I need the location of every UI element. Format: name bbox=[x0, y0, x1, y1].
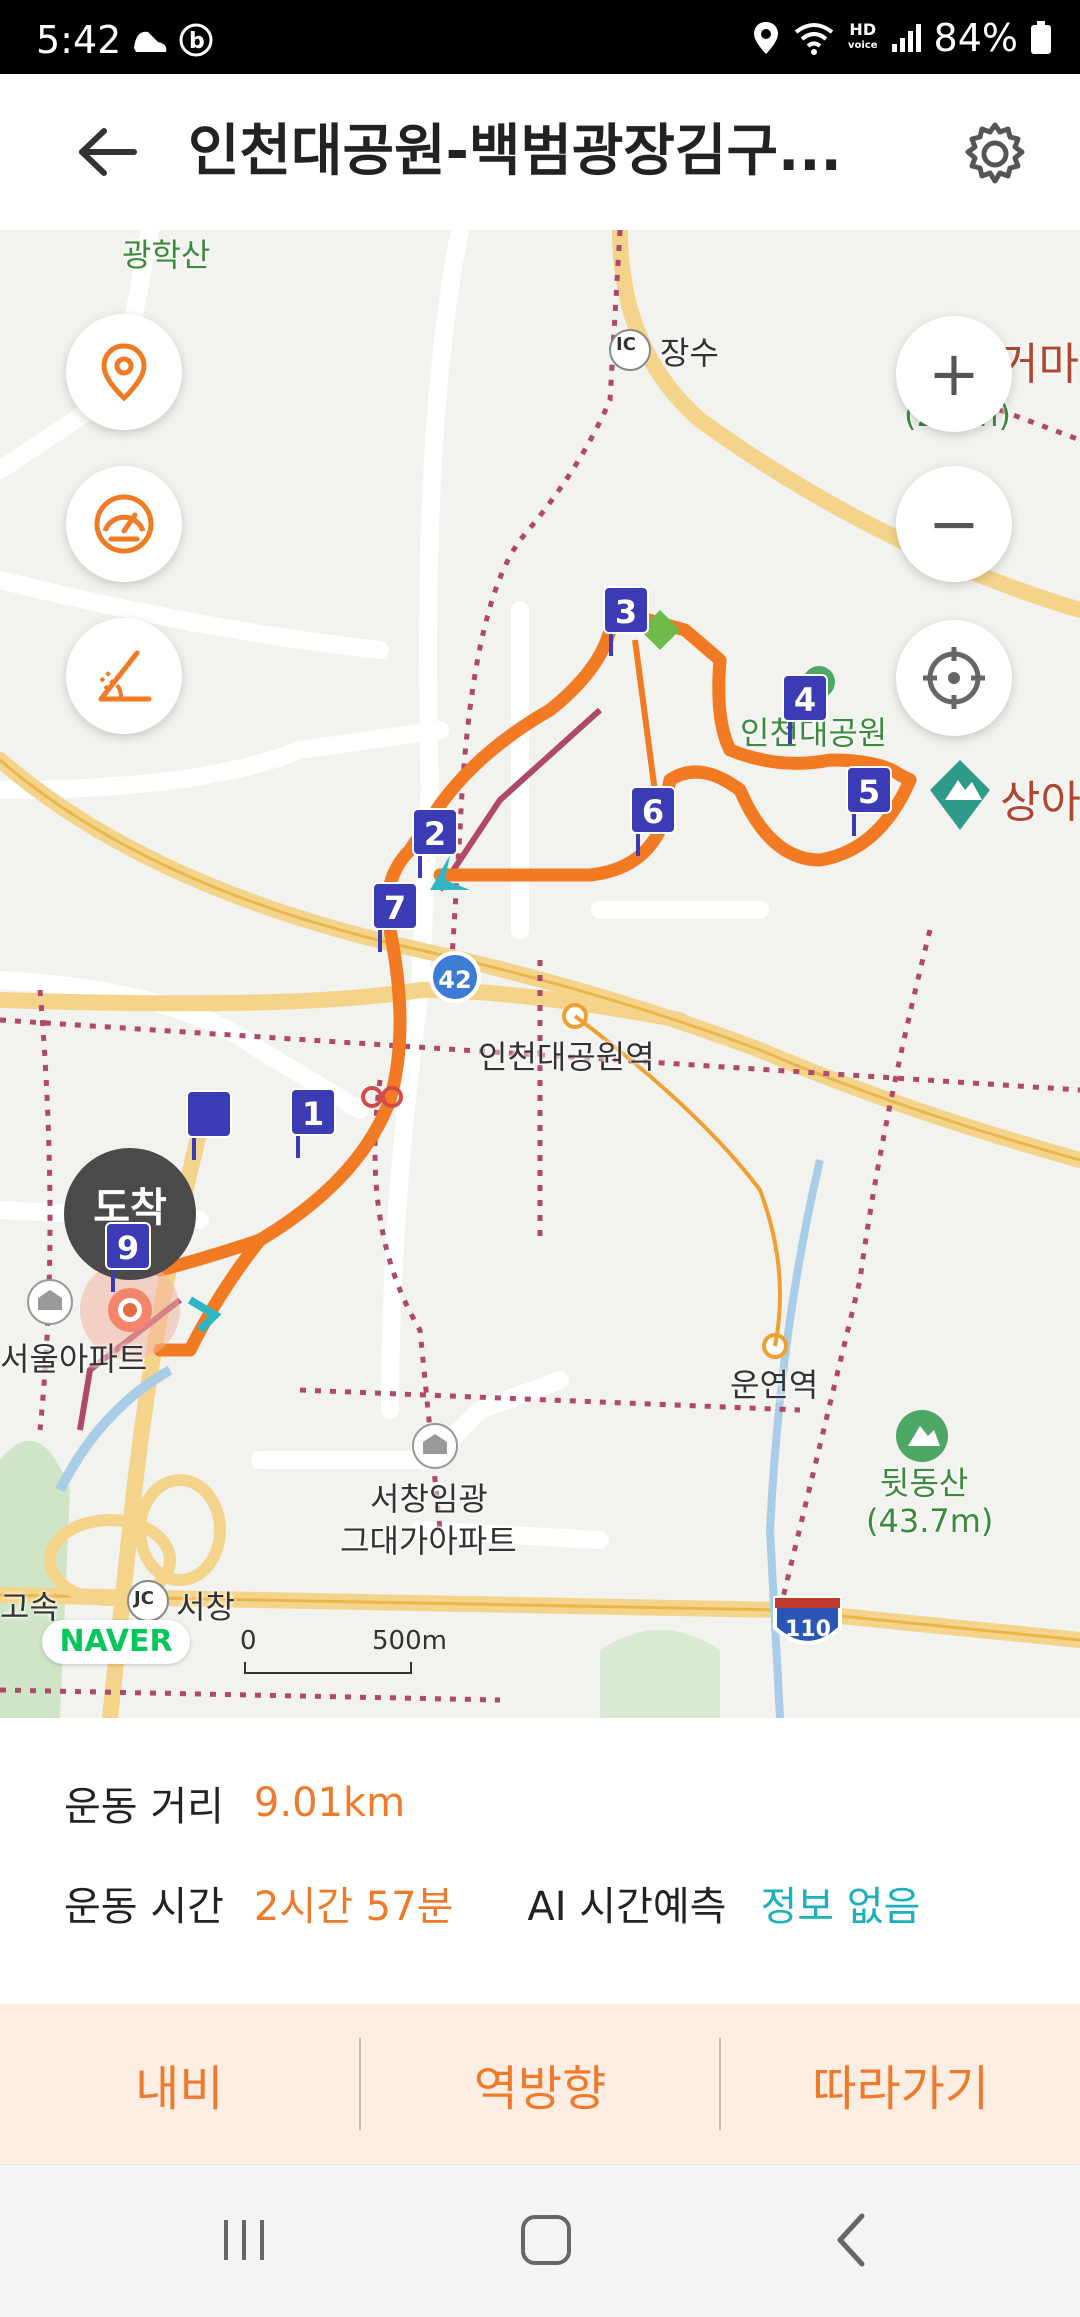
waypoint-7[interactable]: 7 bbox=[372, 882, 418, 952]
voice-text: voice bbox=[848, 40, 878, 51]
page-title: 인천대공원-백범광장김구... bbox=[188, 119, 842, 184]
settings-button[interactable] bbox=[950, 112, 1040, 196]
scale-bar bbox=[244, 1662, 412, 1674]
label-seochang-apt-2: 그대가아파트 bbox=[340, 1522, 517, 1560]
waypoint-1[interactable]: 1 bbox=[290, 1088, 336, 1158]
home-button[interactable] bbox=[496, 2205, 596, 2275]
label-seoul-apt: 서울아파트 bbox=[0, 1340, 148, 1378]
status-right-icons: HD voice 84% bbox=[752, 16, 1052, 60]
home-icon bbox=[521, 2215, 571, 2265]
distance-row: 운동 거리 9.01km bbox=[64, 1774, 405, 1832]
waypoint-6[interactable]: 6 bbox=[630, 786, 676, 856]
location-pin-icon bbox=[101, 343, 147, 402]
label-seochang: 서창 bbox=[176, 1588, 235, 1626]
label-dwitdongsan: 뒷동산 bbox=[880, 1464, 969, 1502]
scale-end: 500m bbox=[372, 1626, 447, 1656]
svg-text:110: 110 bbox=[785, 1617, 831, 1642]
waypoint-2[interactable]: 2 bbox=[412, 808, 458, 878]
recents-button[interactable] bbox=[194, 2205, 294, 2275]
distance-value: 9.01km bbox=[253, 1780, 406, 1826]
system-back-button[interactable] bbox=[800, 2205, 900, 2275]
recenter-button[interactable] bbox=[896, 620, 1012, 736]
crosshair-icon bbox=[923, 647, 985, 709]
map-view[interactable]: 42 110 광학산 IC 장수 인천대공원 상아 거마 인천대공원역 운연역 … bbox=[0, 230, 1080, 1718]
waypoint-4[interactable]: 4 bbox=[782, 674, 828, 744]
action-bar: 내비 역방향 따라가기 bbox=[0, 2004, 1080, 2164]
status-bar: 5:42 b HD voice 84% bbox=[0, 0, 1080, 74]
label-sanga: 상아 bbox=[1000, 777, 1080, 828]
scale-start: 0 bbox=[240, 1626, 257, 1656]
distance-ruler-icon bbox=[98, 650, 152, 702]
label-expressway: 고속 bbox=[0, 1588, 59, 1626]
label-dwitdongsan-height: (43.7m) bbox=[866, 1502, 994, 1540]
arrow-left-icon bbox=[79, 128, 137, 176]
navi-button[interactable]: 내비 bbox=[0, 2004, 359, 2164]
speedometer-icon bbox=[94, 494, 154, 554]
label-gwanghaksan: 광학산 bbox=[122, 236, 211, 274]
reverse-button[interactable]: 역방향 bbox=[361, 2004, 720, 2164]
distance-measure-button[interactable] bbox=[66, 618, 182, 734]
label-unyeon-station: 운연역 bbox=[730, 1366, 819, 1404]
ai-time-label: AI 시간예측 bbox=[527, 1884, 727, 1930]
status-left-icons: b bbox=[130, 22, 214, 58]
time-row: 운동 시간 2시간 57분 AI 시간예측 정보 없음 bbox=[64, 1874, 920, 1932]
waypoint-9[interactable]: 9 bbox=[105, 1222, 151, 1292]
svg-text:42: 42 bbox=[438, 966, 471, 994]
recents-icon bbox=[224, 2220, 264, 2260]
system-nav-bar bbox=[0, 2164, 1080, 2317]
minus-icon: − bbox=[928, 487, 980, 560]
b-app-icon: b bbox=[179, 23, 213, 57]
back-chevron-icon bbox=[837, 2213, 865, 2267]
naver-logo: NAVER bbox=[42, 1620, 190, 1664]
ic-badge: IC bbox=[616, 334, 636, 355]
label-jangsu: 장수 bbox=[660, 334, 719, 372]
back-button[interactable] bbox=[62, 110, 152, 194]
battery-icon bbox=[1031, 21, 1051, 54]
hd-voice-badge: HD voice bbox=[848, 22, 878, 54]
shoe-icon bbox=[134, 31, 167, 52]
ai-time-value: 정보 없음 bbox=[760, 1884, 921, 1930]
hd-text: HD bbox=[849, 20, 877, 39]
app-bar: 인천대공원-백범광장김구... bbox=[0, 74, 1080, 230]
zoom-out-button[interactable]: − bbox=[896, 466, 1012, 582]
current-location-button[interactable] bbox=[66, 314, 182, 430]
distance-label: 운동 거리 bbox=[64, 1784, 224, 1830]
waypoint-5[interactable]: 5 bbox=[846, 766, 892, 836]
gear-icon bbox=[965, 122, 1025, 184]
plus-icon: + bbox=[928, 337, 980, 410]
waypoint-blank[interactable] bbox=[186, 1090, 232, 1160]
zoom-in-button[interactable]: + bbox=[896, 316, 1012, 432]
status-time: 5:42 bbox=[36, 18, 122, 62]
location-icon bbox=[754, 22, 778, 54]
label-incheon-grand-park-station: 인천대공원역 bbox=[478, 1038, 655, 1076]
waypoint-3[interactable]: 3 bbox=[603, 586, 649, 656]
time-value: 2시간 57분 bbox=[253, 1884, 454, 1930]
follow-button[interactable]: 따라가기 bbox=[721, 2004, 1080, 2164]
label-seochang-apt-1: 서창임광 bbox=[370, 1480, 488, 1518]
jc-badge: JC bbox=[134, 1588, 154, 1609]
battery-percent: 84% bbox=[933, 16, 1018, 60]
signal-icon bbox=[891, 24, 921, 52]
svg-text:b: b bbox=[189, 29, 205, 54]
time-label: 운동 시간 bbox=[64, 1884, 224, 1930]
route-summary-panel: 운동 거리 9.01km 운동 시간 2시간 57분 AI 시간예측 정보 없음 bbox=[0, 1718, 1080, 2004]
wifi-icon bbox=[794, 23, 834, 55]
speed-button[interactable] bbox=[66, 466, 182, 582]
